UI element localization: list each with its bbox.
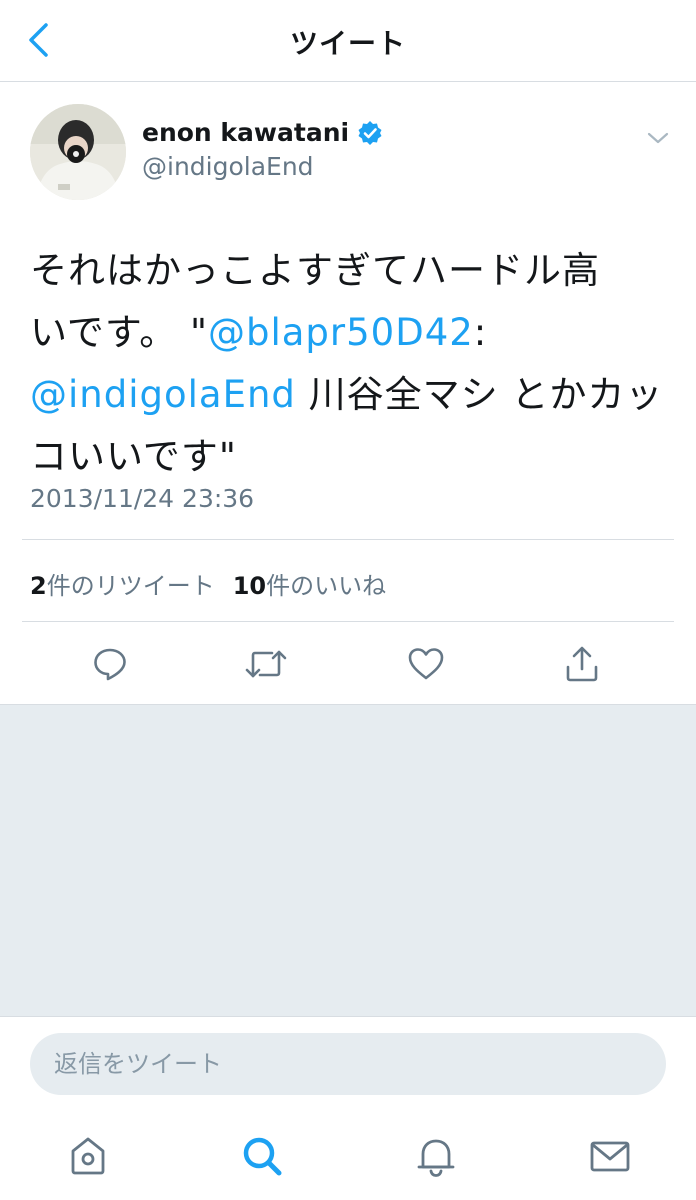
reply-button[interactable] <box>88 642 132 686</box>
tweet-text-segment: いです。 " <box>30 311 208 354</box>
retweet-button[interactable] <box>244 642 288 686</box>
like-count-link[interactable]: 10件のいいね <box>233 566 386 601</box>
mention-link[interactable]: @indigolaEnd <box>30 373 296 416</box>
tweet-text-line: @indigolaEnd 川谷全マシ とかカッ <box>30 364 670 426</box>
tweet-card: enon kawatani @indigolaEnd それはかっこよすぎてハード… <box>0 82 696 704</box>
tweet-text-segment: : <box>473 311 488 354</box>
page-title: ツイート <box>289 27 406 60</box>
avatar[interactable] <box>30 104 126 200</box>
verified-badge-icon <box>358 120 382 145</box>
tweet-text: それはかっこよすぎてハードル高 いです。 "@blapr50D42: @indi… <box>30 240 670 488</box>
share-icon <box>566 646 598 682</box>
like-count-label: 件のいいね <box>266 572 387 600</box>
chevron-down-icon[interactable] <box>646 126 670 150</box>
tab-messages[interactable] <box>586 1132 634 1180</box>
retweet-icon <box>245 650 287 678</box>
reply-icon <box>94 648 126 681</box>
avatar-image <box>30 104 126 200</box>
mention-link[interactable]: @blapr50D42 <box>208 311 474 354</box>
bottom-tab-bar <box>0 1112 696 1200</box>
tweet-stats: 2件のリツイート 10件のいいね <box>30 566 386 601</box>
retweet-count-link[interactable]: 2件のリツイート <box>30 566 215 601</box>
bell-icon <box>417 1139 455 1177</box>
like-button[interactable] <box>404 642 448 686</box>
replies-area <box>0 704 696 1016</box>
tab-home[interactable] <box>64 1132 112 1180</box>
share-button[interactable] <box>560 642 604 686</box>
retweet-count: 2 <box>30 572 47 600</box>
home-icon <box>71 1137 105 1175</box>
top-navigation-bar: ツイート <box>0 0 696 82</box>
like-count: 10 <box>232 572 267 600</box>
retweet-count-label: 件のリツイート <box>46 572 215 600</box>
search-icon <box>243 1137 282 1176</box>
reply-input[interactable] <box>30 1033 666 1095</box>
tab-search[interactable] <box>238 1132 286 1180</box>
tweet-text-line: コいいです" <box>30 435 237 478</box>
tweet-actions <box>0 622 696 704</box>
tweet-text-line: それはかっこよすぎてハードル高 <box>30 249 600 292</box>
mail-icon <box>590 1141 630 1172</box>
tweet-timestamp: 2013/11/24 23:36 <box>30 484 255 513</box>
tab-notifications[interactable] <box>412 1132 460 1180</box>
user-handle[interactable]: @indigolaEnd <box>142 152 314 181</box>
user-name-row: enon kawatani <box>142 118 383 147</box>
tweet-detail-screen: ツイート enon kawatani @indigolaEnd それはかっこよす… <box>0 0 696 1200</box>
tweet-text-segment: 川谷全マシ とかカッ <box>295 373 664 416</box>
tweet-text-line: いです。 "@blapr50D42: <box>30 302 670 364</box>
divider <box>22 539 674 540</box>
heart-icon <box>408 648 444 680</box>
reply-bar <box>0 1016 696 1112</box>
user-display-name[interactable]: enon kawatani <box>142 118 349 147</box>
